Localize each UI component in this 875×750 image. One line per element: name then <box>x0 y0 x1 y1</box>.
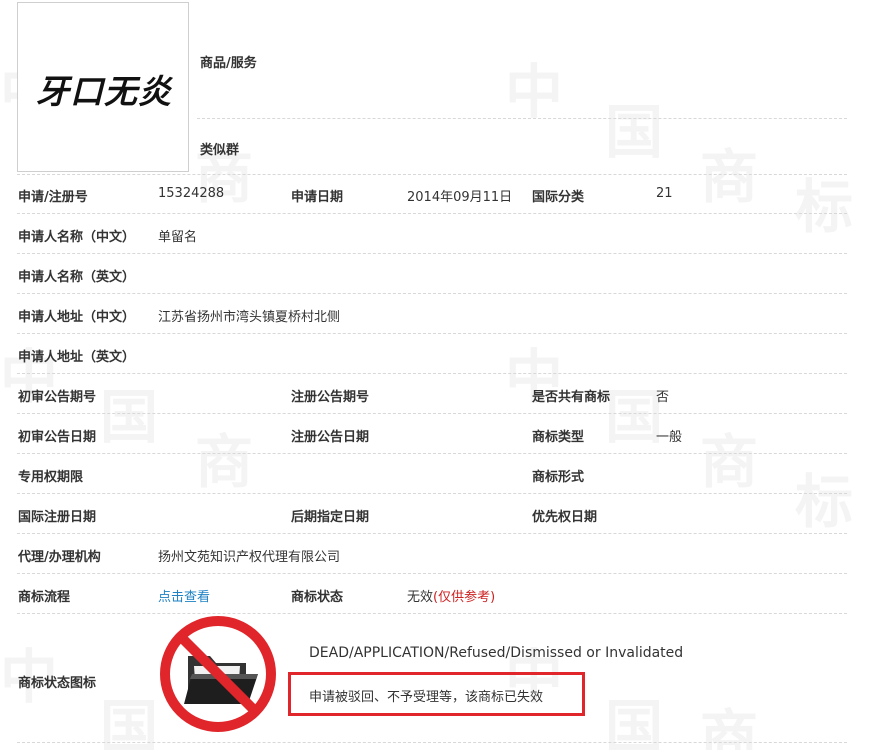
process-view-link[interactable]: 点击查看 <box>158 586 210 605</box>
address-cn-label: 申请人地址（中文） <box>18 310 136 325</box>
watermark-char: 国 <box>605 693 664 750</box>
status-description-en: DEAD/APPLICATION/Refused/Dismissed or In… <box>309 645 684 661</box>
divider <box>17 253 847 254</box>
status-label: 商标状态 <box>291 590 344 605</box>
address-en-label: 申请人地址（英文） <box>18 350 136 365</box>
status-highlight-box: 申请被驳回、不予受理等，该商标已失效 <box>288 672 585 716</box>
reg-date-label: 注册公告日期 <box>291 430 370 445</box>
trademark-logo-text: 牙口无炎 <box>36 72 172 111</box>
applicant-cn-value: 单留名 <box>158 230 198 245</box>
reg-issue-label: 注册公告期号 <box>291 390 370 405</box>
app-date-value: 2014年09月11日 <box>407 190 513 205</box>
watermark-char: 标 <box>795 173 854 241</box>
applicant-en-label: 申请人名称（英文） <box>18 270 136 285</box>
intl-class-label: 国际分类 <box>532 190 585 205</box>
watermark-char: 国 <box>605 98 664 166</box>
tm-type-label: 商标类型 <box>532 430 585 445</box>
agent-label: 代理/办理机构 <box>18 550 101 565</box>
watermark-char: 国 <box>605 383 664 451</box>
divider <box>17 613 847 614</box>
status-icon-label: 商标状态图标 <box>18 676 97 691</box>
agent-value: 扬州文苑知识产权代理有限公司 <box>158 550 341 565</box>
intl-reg-date-label: 国际注册日期 <box>18 510 97 525</box>
divider <box>17 453 847 454</box>
exclusive-period-label: 专用权期限 <box>18 470 84 485</box>
divider <box>197 118 847 119</box>
reg-no-label: 申请/注册号 <box>18 190 88 205</box>
divider <box>17 573 847 574</box>
prelim-date-label: 初审公告日期 <box>18 430 97 445</box>
watermark-char: 商 <box>700 703 759 750</box>
divider <box>17 174 847 175</box>
shared-tm-value: 否 <box>656 390 670 405</box>
watermark-char: 标 <box>795 468 854 536</box>
watermark-char: 国 <box>100 383 159 451</box>
folder-prohibited-icon <box>160 616 276 732</box>
applicant-cn-label: 申请人名称（中文） <box>18 230 136 245</box>
priority-date-label: 优先权日期 <box>532 510 598 525</box>
similar-group-label: 类似群 <box>200 143 240 158</box>
process-label: 商标流程 <box>18 590 71 605</box>
watermark-char: 商 <box>700 143 759 211</box>
divider <box>17 533 847 534</box>
status-description-cn: 申请被驳回、不予受理等，该商标已失效 <box>309 690 544 705</box>
app-date-label: 申请日期 <box>291 190 344 205</box>
later-designation-label: 后期指定日期 <box>291 510 370 525</box>
divider <box>17 742 847 743</box>
address-cn-value: 江苏省扬州市湾头镇夏桥村北侧 <box>158 310 341 325</box>
divider <box>17 493 847 494</box>
status-note: (仅供参考) <box>433 590 496 605</box>
watermark-char: 商 <box>700 428 759 496</box>
reg-no-value: 15324288 <box>158 186 225 201</box>
watermark-char: 国 <box>100 693 159 750</box>
divider <box>17 293 847 294</box>
shared-tm-label: 是否共有商标 <box>532 390 611 405</box>
tm-type-value: 一般 <box>656 430 683 445</box>
watermark-char: 中 <box>505 58 564 126</box>
tm-form-label: 商标形式 <box>532 470 585 485</box>
intl-class-value: 21 <box>656 186 673 201</box>
status-value: 无效 <box>407 590 434 605</box>
status-value-group: 无效(仅供参考) <box>407 586 495 605</box>
divider <box>17 413 847 414</box>
divider <box>17 213 847 214</box>
trademark-image: 牙口无炎 <box>17 2 189 172</box>
divider <box>17 373 847 374</box>
prelim-issue-label: 初审公告期号 <box>18 390 97 405</box>
divider <box>17 333 847 334</box>
goods-services-label: 商品/服务 <box>200 56 257 71</box>
watermark-char: 商 <box>195 428 254 496</box>
